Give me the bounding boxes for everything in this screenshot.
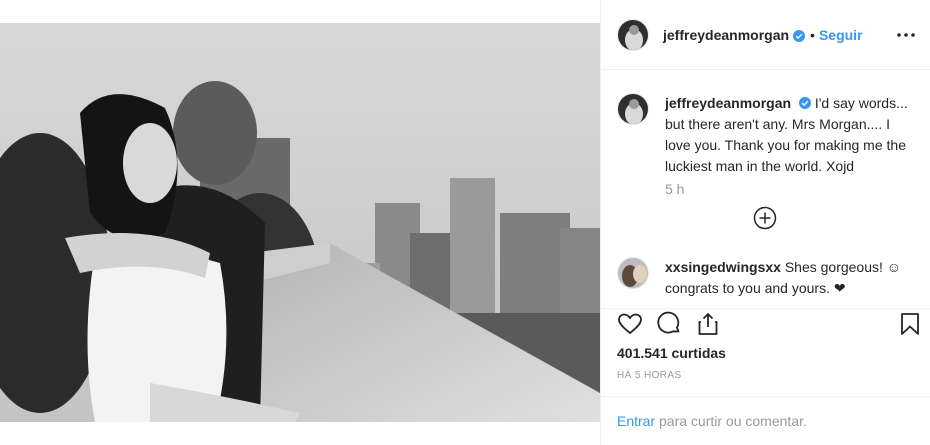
- post-header: jeffreydeanmorgan • Seguir: [601, 0, 930, 70]
- photo-panel: [0, 0, 600, 445]
- comment-item: xxsingedwingsxx Shes gorgeous! ☺ congrat…: [617, 257, 917, 299]
- login-prompt: Entrar para curtir ou comentar.: [601, 396, 930, 445]
- caption-timestamp[interactable]: 5 h: [665, 181, 684, 197]
- avatar-image: [618, 258, 648, 288]
- verified-badge-icon: [798, 94, 811, 109]
- more-options-icon[interactable]: [895, 24, 917, 46]
- post-caption: jeffreydeanmorgan I'd say words... but t…: [617, 93, 917, 177]
- separator-dot: •: [810, 26, 815, 43]
- avatar-image: [618, 94, 648, 124]
- heart-icon[interactable]: [617, 311, 643, 337]
- bookmark-icon[interactable]: [897, 311, 923, 337]
- comment-author-username[interactable]: xxsingedwingsxx: [665, 259, 781, 275]
- comments-section: jeffreydeanmorgan I'd say words... but t…: [601, 71, 930, 307]
- follow-button[interactable]: Seguir: [819, 27, 863, 43]
- post-timestamp[interactable]: HÁ 5 HORAS: [617, 370, 682, 381]
- avatar[interactable]: [617, 257, 649, 289]
- post-author-username[interactable]: jeffreydeanmorgan: [663, 27, 789, 43]
- plus-circle-icon[interactable]: [753, 206, 777, 230]
- caption-text-block: jeffreydeanmorgan I'd say words... but t…: [665, 93, 913, 177]
- post-sidebar: jeffreydeanmorgan • Seguir jeffreydeanmo…: [600, 0, 930, 445]
- login-link[interactable]: Entrar: [617, 413, 655, 429]
- likes-count[interactable]: 401.541 curtidas: [617, 345, 726, 361]
- share-icon[interactable]: [695, 311, 721, 337]
- post-photo[interactable]: [0, 23, 600, 422]
- caption-author-username[interactable]: jeffreydeanmorgan: [665, 95, 791, 111]
- avatar[interactable]: [617, 93, 649, 125]
- action-bar: [601, 308, 930, 340]
- comment-bubble-icon[interactable]: [656, 311, 682, 337]
- comment-text-block: xxsingedwingsxx Shes gorgeous! ☺ congrat…: [665, 257, 915, 299]
- avatar[interactable]: [617, 18, 649, 51]
- avatar-image: [618, 19, 648, 50]
- verified-badge-icon: [793, 29, 806, 42]
- wedding-photo-image: [0, 23, 600, 422]
- login-prompt-text: para curtir ou comentar.: [655, 413, 807, 429]
